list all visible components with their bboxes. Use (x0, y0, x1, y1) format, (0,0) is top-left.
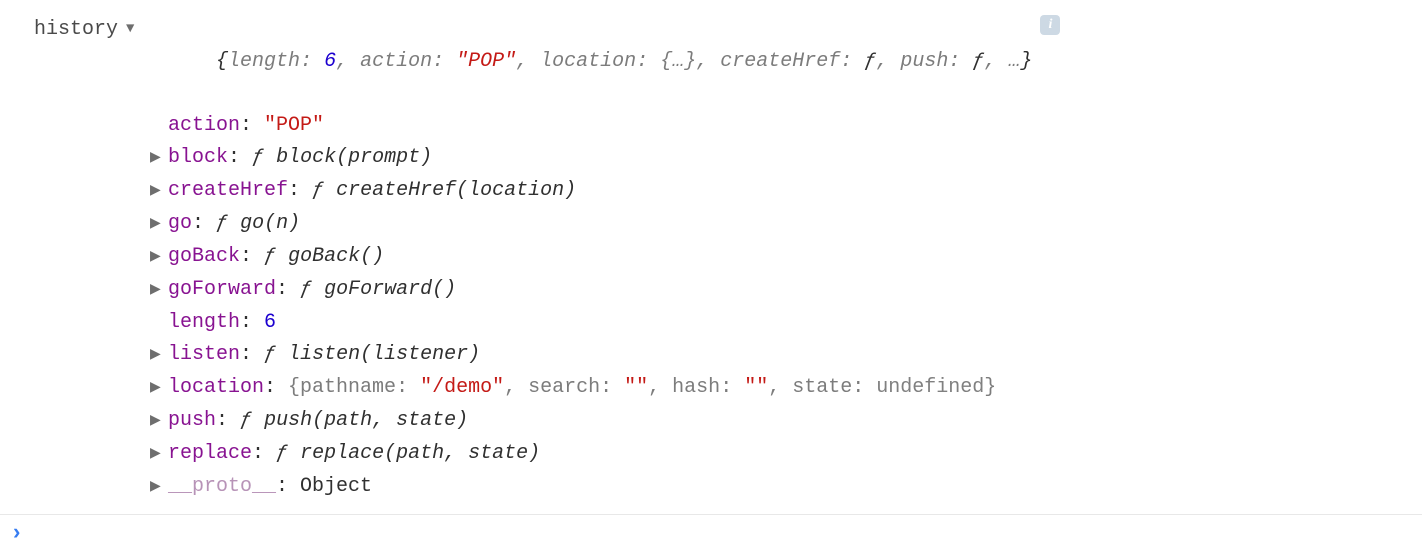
prop-location[interactable]: location: {pathname: "/demo", search: ""… (150, 372, 1422, 405)
prompt-caret-icon (10, 523, 23, 546)
prop-listen[interactable]: listen: ƒ listen(listener) (150, 339, 1422, 372)
expand-toggle-icon[interactable] (126, 13, 140, 45)
object-summary[interactable]: {length: 6, action: "POP", location: {…}… (144, 14, 1032, 110)
log-entry[interactable]: history {length: 6, action: "POP", locat… (0, 0, 1422, 110)
chevron-right-icon[interactable] (150, 208, 164, 240)
chevron-right-icon[interactable] (150, 471, 164, 503)
chevron-right-icon[interactable] (150, 175, 164, 207)
chevron-right-icon[interactable] (150, 438, 164, 470)
prop-goForward[interactable]: goForward: ƒ goForward() (150, 274, 1422, 307)
prop-push[interactable]: push: ƒ push(path, state) (150, 405, 1422, 438)
prop-replace[interactable]: replace: ƒ replace(path, state) (150, 438, 1422, 471)
chevron-right-icon[interactable] (150, 241, 164, 273)
prop-block[interactable]: block: ƒ block(prompt) (150, 142, 1422, 175)
chevron-right-icon[interactable] (150, 372, 164, 404)
chevron-right-icon[interactable] (150, 405, 164, 437)
chevron-right-icon[interactable] (150, 339, 164, 371)
prop-proto[interactable]: __proto__: Object (150, 471, 1422, 504)
prop-goBack[interactable]: goBack: ƒ goBack() (150, 241, 1422, 274)
variable-name: history (34, 14, 126, 46)
prop-createHref[interactable]: createHref: ƒ createHref(location) (150, 175, 1422, 208)
object-properties: action: "POP" block: ƒ block(prompt) cre… (0, 110, 1422, 504)
prop-length[interactable]: length: 6 (150, 307, 1422, 339)
info-icon[interactable]: i (1040, 15, 1060, 35)
devtools-console: history {length: 6, action: "POP", locat… (0, 0, 1422, 556)
prop-go[interactable]: go: ƒ go(n) (150, 208, 1422, 241)
chevron-right-icon[interactable] (150, 274, 164, 306)
console-prompt[interactable] (0, 515, 1422, 556)
prop-action[interactable]: action: "POP" (150, 110, 1422, 142)
chevron-right-icon[interactable] (150, 142, 164, 174)
